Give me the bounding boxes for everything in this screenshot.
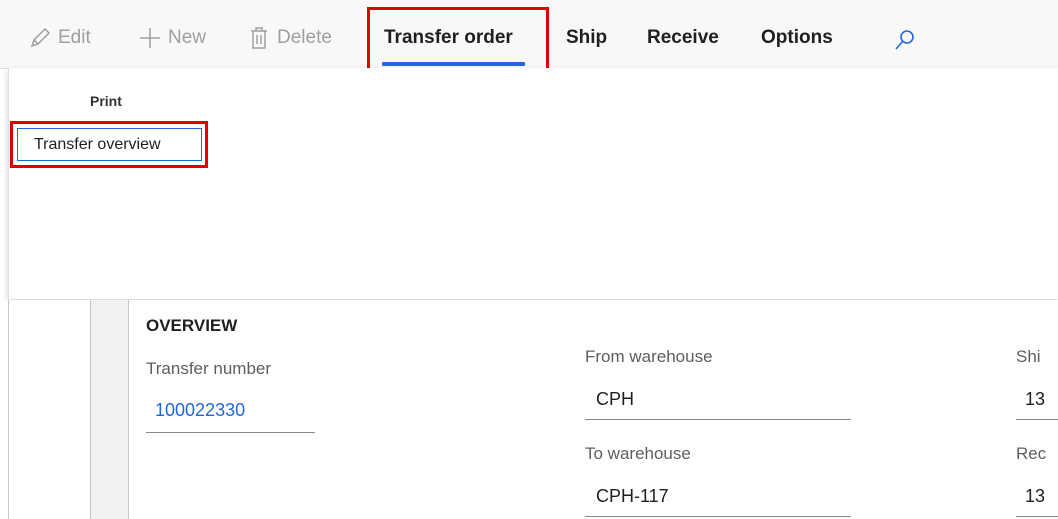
ship-date-label: Shi (1016, 347, 1041, 366)
from-warehouse-label: From warehouse (585, 347, 713, 366)
from-warehouse-underline (585, 419, 851, 420)
pencil-icon (28, 26, 52, 50)
edit-label: Edit (58, 27, 91, 48)
tab-label: Options (761, 27, 833, 48)
print-group-label: Print (90, 93, 122, 109)
transfer-number-link[interactable]: 100022330 (155, 400, 245, 421)
transfer-order-tab-highlight (367, 7, 549, 74)
trash-icon (247, 26, 271, 50)
to-warehouse-field[interactable]: CPH-117 (596, 486, 669, 507)
ship-date-field[interactable]: 13 (1025, 389, 1045, 410)
tab-receive[interactable]: Receive (647, 18, 719, 58)
delete-button[interactable]: Delete (247, 18, 332, 58)
tab-label: Receive (647, 27, 719, 48)
fasttab-strip (90, 300, 128, 519)
new-label: New (168, 27, 207, 48)
ship-date-underline (1016, 419, 1058, 420)
strip-divider-right (128, 300, 129, 519)
search-button[interactable] (893, 20, 917, 60)
new-button[interactable]: New (138, 18, 206, 58)
transfer-number-label: Transfer number (146, 359, 272, 378)
tab-label: Ship (566, 27, 608, 48)
delete-label: Delete (277, 27, 332, 48)
plus-icon (138, 26, 162, 50)
strip-divider-left (90, 300, 91, 519)
search-icon (893, 28, 917, 52)
tab-ship[interactable]: Ship (566, 18, 607, 58)
tab-options[interactable]: Options (761, 18, 833, 58)
receive-date-field[interactable]: 13 (1025, 486, 1045, 507)
transfer-number-underline (146, 432, 315, 433)
edit-button[interactable]: Edit (28, 18, 91, 58)
from-warehouse-field[interactable]: CPH (596, 389, 634, 410)
receive-date-underline (1016, 516, 1058, 517)
transfer-overview-highlight (10, 121, 208, 168)
left-divider (8, 300, 9, 519)
overview-section-title: OVERVIEW (146, 316, 238, 335)
to-warehouse-label: To warehouse (585, 444, 691, 463)
receive-date-label: Rec (1016, 444, 1047, 463)
to-warehouse-underline (585, 516, 851, 517)
ribbon-panel (8, 68, 1058, 299)
